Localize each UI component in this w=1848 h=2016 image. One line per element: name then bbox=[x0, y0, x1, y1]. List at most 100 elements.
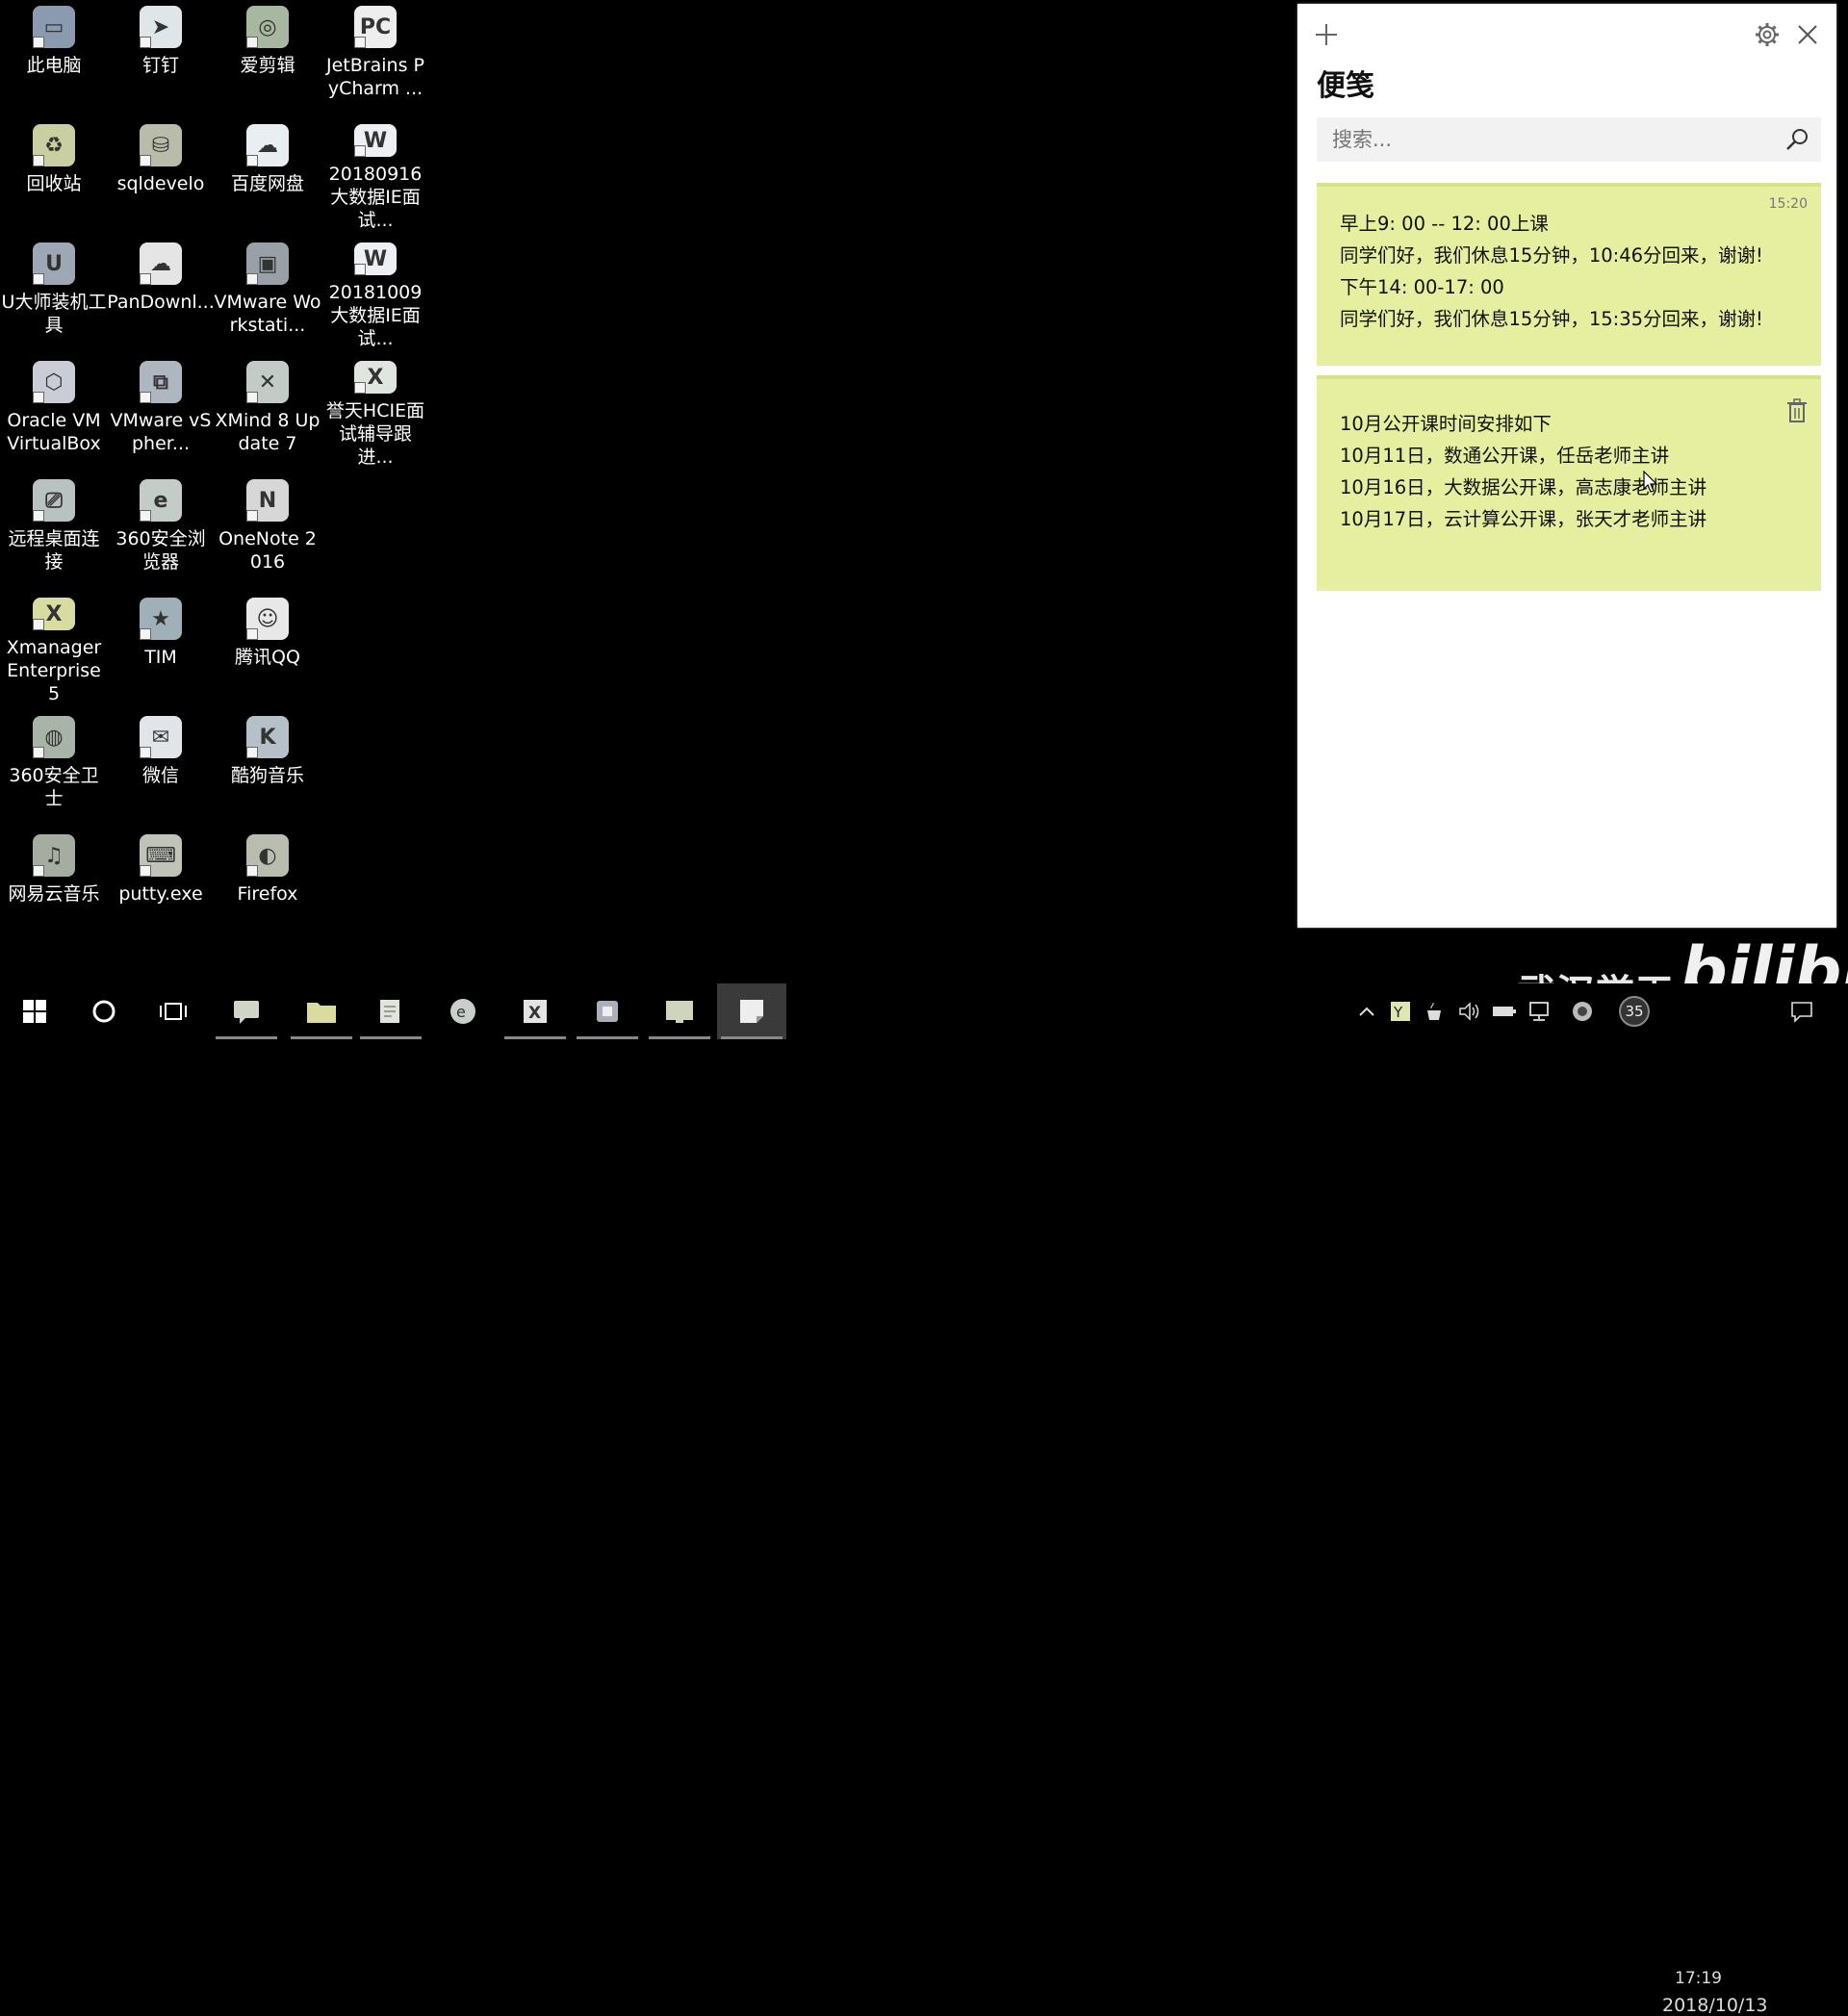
clock-time[interactable]: 17:19 bbox=[1675, 1969, 1722, 1988]
tray-app-icon[interactable]: Y bbox=[1386, 983, 1415, 1039]
qq-icon: ☺ bbox=[246, 598, 289, 640]
taskbar-app-vmware[interactable] bbox=[573, 983, 642, 1039]
desktop-icon[interactable]: ✉ 微信 bbox=[107, 710, 215, 824]
dingtalk-icon: ➤ bbox=[140, 6, 182, 48]
taskbar-app-notepad[interactable] bbox=[356, 983, 425, 1039]
note-line: 10月11日，数通公开课，任岳老师主讲 bbox=[1340, 445, 1670, 467]
network-monitor-icon bbox=[1529, 1002, 1549, 1021]
desktop-icon[interactable]: ☁ 百度网盘 bbox=[214, 118, 321, 232]
delete-note-button[interactable] bbox=[1786, 398, 1808, 423]
input-method-icon bbox=[1573, 1002, 1592, 1021]
recycle-bin-icon: ♻ bbox=[33, 124, 75, 166]
firefox-icon: ◐ bbox=[246, 834, 289, 877]
trash-icon bbox=[1787, 398, 1807, 422]
desktop-icon[interactable]: ☁ PanDownl... bbox=[107, 237, 215, 350]
desktop-icon[interactable]: ✕ XMind 8 Update 7 bbox=[214, 355, 321, 469]
feedback-hub-icon bbox=[234, 1001, 259, 1024]
desktop-icon[interactable]: ★ TIM bbox=[107, 592, 215, 705]
note-card[interactable]: 10月公开课时间安排如下 10月11日，数通公开课，任岳老师主讲 10月16日，… bbox=[1317, 375, 1821, 591]
start-button[interactable] bbox=[0, 983, 69, 1039]
close-button[interactable] bbox=[1788, 15, 1827, 54]
desktop-icon-label: VMware vSpher... bbox=[110, 410, 212, 454]
desktop-icon[interactable]: ♫ 网易云音乐 bbox=[0, 829, 108, 942]
desktop-icon[interactable]: ◎ 爱剪辑 bbox=[214, 0, 321, 114]
vsphere-icon: ⧉ bbox=[140, 361, 182, 403]
desktop-icon-label: putty.exe bbox=[118, 883, 203, 905]
desktop-icon[interactable]: ⧉ VMware vSpher... bbox=[107, 355, 215, 469]
desktop-icon[interactable]: ◐ Firefox bbox=[214, 829, 321, 942]
desktop-icon[interactable]: ◍ 360安全卫士 bbox=[0, 710, 108, 824]
kugou-icon: K bbox=[246, 716, 289, 758]
desktop-icon[interactable]: N OneNote 2016 bbox=[214, 473, 321, 587]
search-icon[interactable] bbox=[1783, 125, 1811, 154]
desktop-icon-label: Firefox bbox=[237, 883, 298, 905]
remote-desktop-icon: ⎚ bbox=[33, 479, 75, 522]
taskbar-app-sticky-notes[interactable] bbox=[717, 983, 786, 1039]
cortana-button[interactable] bbox=[69, 983, 139, 1039]
desktop-icon[interactable]: X Xmanager Enterprise 5 bbox=[0, 592, 108, 705]
settings-button[interactable] bbox=[1748, 15, 1786, 54]
plus-icon bbox=[1316, 24, 1337, 45]
note-line: 10月16日，大数据公开课，高志康老师主讲 bbox=[1340, 476, 1707, 498]
taskbar-app-file-explorer[interactable] bbox=[287, 983, 356, 1039]
taskbar-app-excel[interactable]: X bbox=[500, 983, 570, 1039]
vmware-icon bbox=[597, 1001, 618, 1022]
show-hidden-icons-button[interactable] bbox=[1353, 983, 1380, 1039]
tray-badge-count: 35 bbox=[1619, 996, 1650, 1027]
task-view-button[interactable] bbox=[139, 983, 208, 1039]
desktop-icon-label: TIM bbox=[144, 647, 177, 668]
note-line: 10月17日，云计算公开课，张天才老师主讲 bbox=[1340, 508, 1707, 530]
note-line: 同学们好，我们休息15分钟，15:35分回来，谢谢! bbox=[1340, 308, 1763, 330]
desktop-icon[interactable]: ⌨ putty.exe bbox=[107, 829, 215, 942]
desktop-icon[interactable]: ☺ 腾讯QQ bbox=[214, 592, 321, 705]
desktop-icon[interactable]: ⬡ Oracle VM VirtualBox bbox=[0, 355, 108, 469]
desktop-icon-label: 酷狗音乐 bbox=[230, 765, 304, 786]
desktop-icon[interactable]: PC JetBrains PyCharm ... bbox=[321, 0, 429, 114]
tray-badge[interactable]: 35 bbox=[1615, 983, 1654, 1039]
desktop-icon-label: 爱剪辑 bbox=[240, 55, 295, 76]
desktop-icon-label: 回收站 bbox=[26, 173, 82, 194]
desktop-icon[interactable]: U U大师装机工具 bbox=[0, 237, 108, 350]
desktop-icon[interactable]: ⎚ 远程桌面连接 bbox=[0, 473, 108, 587]
input-method-button[interactable] bbox=[1567, 983, 1598, 1039]
network-button[interactable] bbox=[1525, 983, 1553, 1039]
search-box[interactable] bbox=[1317, 117, 1821, 162]
desktop-icon[interactable]: ➤ 钉钉 bbox=[107, 0, 215, 114]
taskbar-app-remote-desktop[interactable] bbox=[645, 983, 714, 1039]
note-line: 10月公开课时间安排如下 bbox=[1340, 413, 1552, 435]
desktop-icon-label: U大师装机工具 bbox=[1, 292, 107, 336]
notes-title-bar bbox=[1297, 4, 1836, 62]
desktop-icon-label: 此电脑 bbox=[26, 55, 82, 76]
taskbar-app-feedback[interactable] bbox=[212, 983, 281, 1039]
virtualbox-icon: ⬡ bbox=[33, 361, 75, 403]
desktop-icon[interactable]: W 20180916大数据IE面试... bbox=[321, 118, 429, 232]
this-pc-icon: ▭ bbox=[33, 6, 75, 48]
putty-icon: ⌨ bbox=[140, 834, 182, 877]
clock-date[interactable]: 2018/10/13 bbox=[1662, 1995, 1768, 2016]
taskbar-app-360-browser[interactable]: e bbox=[428, 983, 498, 1039]
sticky-notes-window: 便笺 15:20 早上9: 00 -- 12: 00上课 同学们好，我们休息15… bbox=[1297, 4, 1836, 928]
desktop-icon[interactable]: ♻ 回收站 bbox=[0, 118, 108, 232]
notes-title: 便笺 bbox=[1317, 69, 1374, 103]
desktop-icon-label: 20181009大数据IE面试... bbox=[328, 282, 423, 349]
volume-button[interactable] bbox=[1455, 983, 1484, 1039]
tray-java-icon-button[interactable] bbox=[1421, 983, 1450, 1039]
notepad-icon bbox=[380, 1000, 399, 1023]
desktop-icon[interactable]: ▭ 此电脑 bbox=[0, 0, 108, 114]
netease-music-icon: ♫ bbox=[33, 834, 75, 877]
action-center-button[interactable] bbox=[1783, 983, 1821, 1039]
desktop-icon[interactable]: ⛁ sqldevelo bbox=[107, 118, 215, 232]
desktop-icon[interactable]: W 20181009大数据IE面试... bbox=[321, 237, 429, 350]
desktop-icon[interactable]: X 誉天HCIE面试辅导跟进... bbox=[321, 355, 429, 469]
desktop-icon[interactable]: ▣ VMware Workstati... bbox=[214, 237, 321, 350]
desktop-icon[interactable]: K 酷狗音乐 bbox=[214, 710, 321, 824]
desktop-icon-label: 360安全卫士 bbox=[9, 765, 99, 809]
desktop-icon[interactable]: e 360安全浏览器 bbox=[107, 473, 215, 587]
search-input[interactable] bbox=[1317, 127, 1777, 152]
new-note-button[interactable] bbox=[1307, 15, 1346, 54]
note-card[interactable]: 15:20 早上9: 00 -- 12: 00上课 同学们好，我们休息15分钟，… bbox=[1317, 183, 1821, 366]
battery-button[interactable] bbox=[1490, 983, 1519, 1039]
note-timestamp: 15:20 bbox=[1768, 196, 1808, 212]
speaker-icon bbox=[1459, 1002, 1479, 1021]
xmind-icon: ✕ bbox=[246, 361, 289, 403]
